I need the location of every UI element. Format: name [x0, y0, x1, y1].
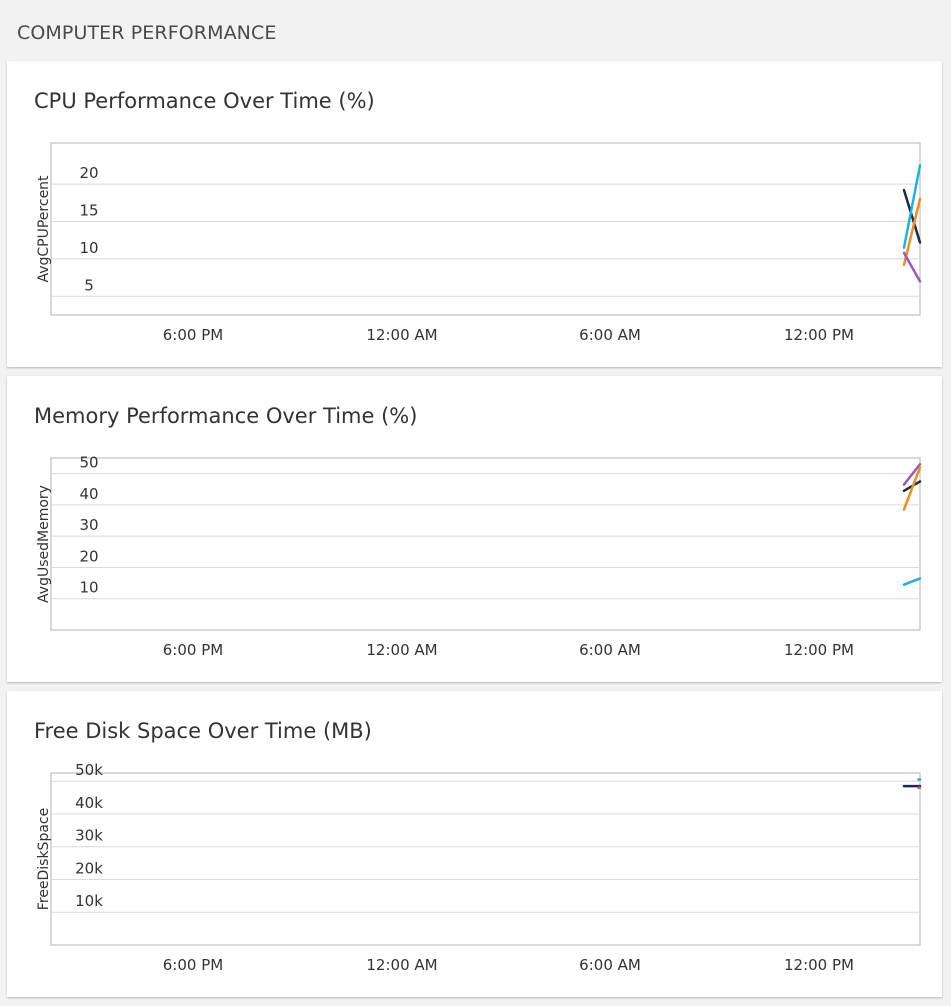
x-tick-label: 12:00 AM — [366, 641, 437, 659]
x-tick-label: 12:00 PM — [784, 641, 854, 659]
y-tick-label: 20 — [79, 164, 98, 182]
y-tick-label: 15 — [79, 202, 98, 220]
y-tick-label: 40k — [75, 794, 103, 812]
cpu-chart: 5 10 15 20 6:00 PM 12:00 AM 6:00 AM 12:00 PM Avg… — [36, 142, 922, 344]
cpu-chart-card: CPU Performance Over Time (%) 5 10 15 20 6:0… — [7, 61, 942, 367]
y-tick-label: 20k — [75, 859, 103, 877]
x-tick-label: 6:00 AM — [579, 956, 641, 974]
y-axis-label: AvgUsedMemory — [36, 485, 52, 603]
plot-frame — [50, 142, 921, 316]
x-tick-label: 6:00 AM — [579, 641, 641, 659]
y-tick-label: 10 — [79, 579, 98, 597]
x-tick-label: 12:00 PM — [784, 326, 854, 344]
series-line — [902, 577, 922, 586]
x-tick-label: 6:00 AM — [579, 326, 641, 344]
y-tick-label: 30 — [79, 516, 98, 534]
y-tick-label: 10k — [75, 892, 103, 910]
plot-frame — [50, 772, 921, 946]
y-tick-label: 20 — [79, 547, 98, 565]
plot-frame — [50, 457, 921, 631]
disk-chart-card: Free Disk Space Over Time (MB) 10k 20k 30k… — [7, 691, 942, 997]
y-tick-label: 50k — [75, 761, 103, 779]
y-tick-label: 10 — [79, 239, 98, 257]
disk-chart: 10k 20k 30k 40k 50k 6:00 PM 12:00 AM 6:00 AM 12:… — [36, 761, 922, 974]
series-line — [902, 251, 922, 283]
memory-chart: 10 20 30 40 50 6:00 PM 12:00 AM 6:00 AM 12:00 PM… — [36, 454, 922, 659]
x-tick-label: 6:00 PM — [163, 641, 223, 659]
y-tick-label: 50 — [79, 454, 98, 472]
y-tick-label: 5 — [84, 276, 94, 294]
y-tick-label: 40 — [79, 485, 98, 503]
x-tick-label: 12:00 PM — [784, 956, 854, 974]
section-title: COMPUTER PERFORMANCE — [17, 22, 277, 44]
y-axis-label: FreeDiskSpace — [36, 808, 52, 910]
x-tick-label: 6:00 PM — [163, 956, 223, 974]
y-tick-label: 30k — [75, 827, 103, 845]
memory-chart-card: Memory Performance Over Time (%) 10 20 30 4… — [7, 376, 942, 682]
x-tick-label: 12:00 AM — [366, 326, 437, 344]
x-tick-label: 12:00 AM — [366, 956, 437, 974]
y-axis-label: AvgCPUPercent — [36, 175, 52, 283]
x-tick-label: 6:00 PM — [163, 326, 223, 344]
